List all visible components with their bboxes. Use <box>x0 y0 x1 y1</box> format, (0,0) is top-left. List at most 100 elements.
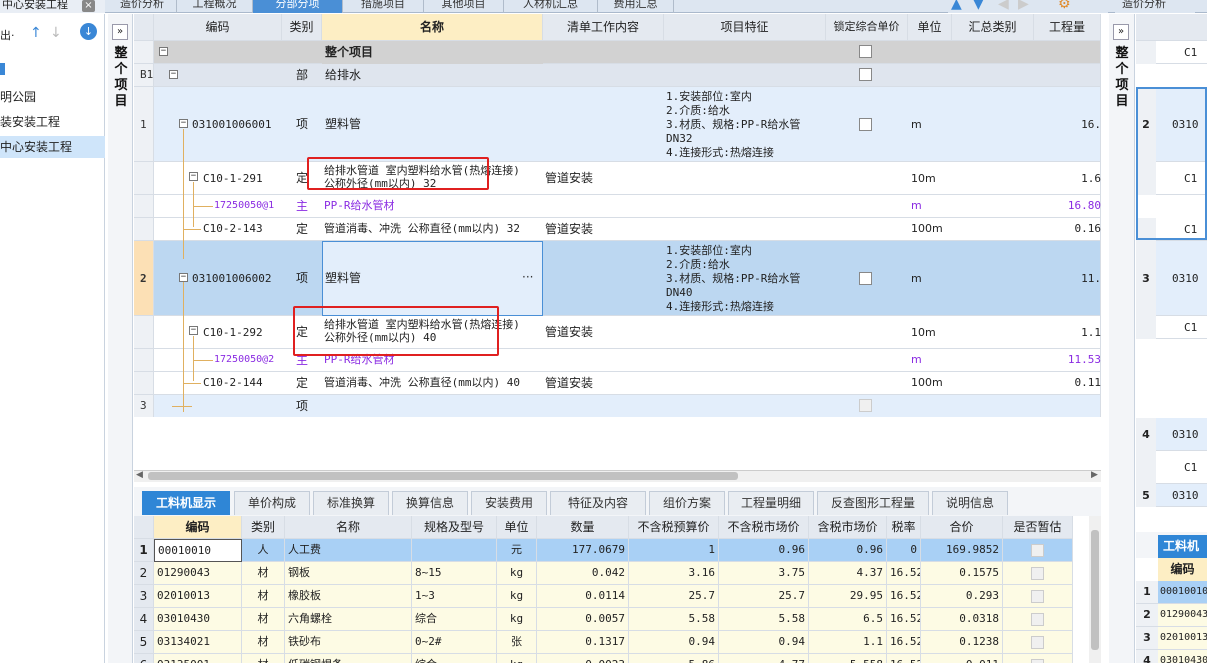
cell-market-price[interactable]: 0.96 <box>719 539 809 562</box>
cell-code[interactable]: 02010013 <box>154 585 242 608</box>
tab-unit-price[interactable]: 单价构成 <box>234 491 310 515</box>
cell-total[interactable]: 0.0318 <box>921 608 1003 631</box>
header-summary-type[interactable]: 汇总类别 <box>952 14 1034 41</box>
cell-spec[interactable]: 综合 <box>412 608 497 631</box>
row-name[interactable]: 塑料管 <box>325 241 515 316</box>
cell-market-price[interactable]: 3.75 <box>719 562 809 585</box>
tab-fee-summary[interactable]: 费用汇总 <box>598 0 674 13</box>
tab-pricing-plan[interactable]: 组价方案 <box>649 491 725 515</box>
estimate-checkbox[interactable] <box>1031 590 1044 603</box>
cell-tax-rate[interactable]: 16.52 <box>887 608 921 631</box>
row-code[interactable]: 17250050@2 <box>214 349 282 372</box>
header-type[interactable]: 类别 <box>282 14 322 41</box>
header-code[interactable]: 编码 <box>154 14 282 41</box>
estimate-checkbox[interactable] <box>1031 659 1044 663</box>
row-code[interactable]: 031001006002 <box>192 241 282 316</box>
cell-type[interactable]: 人 <box>242 539 285 562</box>
row-name[interactable]: 塑料管 <box>325 87 540 162</box>
cell-code[interactable]: 03134021 <box>154 631 242 654</box>
header-amount[interactable]: 数量 <box>537 516 629 539</box>
cell-amount[interactable]: 0.042 <box>537 562 629 585</box>
header-code[interactable]: 编码 <box>1158 558 1207 581</box>
cell-total[interactable]: 169.9852 <box>921 539 1003 562</box>
cell-unit[interactable]: kg <box>497 654 537 663</box>
tab-quantity-detail[interactable]: 工程量明细 <box>728 491 814 515</box>
row-feature[interactable]: 1.安装部位:室内 2.介质:给水 3.材质、规格:PP-R给水管 DN40 4… <box>666 244 824 314</box>
tab-feature-content[interactable]: 特征及内容 <box>550 491 646 515</box>
cell-unit[interactable]: kg <box>497 585 537 608</box>
cell-spec[interactable]: 1~3 <box>412 585 497 608</box>
header-budget-price[interactable]: 不含税预算价 <box>629 516 719 539</box>
cell-unit[interactable]: 元 <box>497 539 537 562</box>
table-row[interactable]: C1 <box>1136 451 1207 484</box>
cell-budget-price[interactable]: 3.16 <box>629 562 719 585</box>
row-quantity[interactable]: 0.16 <box>1034 218 1102 241</box>
collapse-icon[interactable]: − <box>159 47 168 56</box>
row-work-content[interactable]: 管道安装 <box>545 372 663 395</box>
ellipsis-button[interactable]: ··· <box>522 241 540 316</box>
tab-cost-analysis[interactable]: 造价分析 <box>108 0 177 13</box>
row-code[interactable]: 0310 <box>1172 418 1199 451</box>
cell-code[interactable]: 03135001 <box>154 654 242 663</box>
cell-name[interactable]: 六角螺栓 <box>285 608 412 631</box>
expand-chevron-icon[interactable]: » <box>112 24 128 40</box>
cell-type[interactable]: 材 <box>242 608 285 631</box>
cell-tax-rate[interactable]: 16.52 <box>887 585 921 608</box>
cell-tax-market-price[interactable]: 29.95 <box>809 585 887 608</box>
cell-is-estimate[interactable] <box>1003 562 1073 585</box>
row-quantity[interactable]: 11.53 <box>1034 349 1101 372</box>
cell-budget-price[interactable]: 5.58 <box>629 608 719 631</box>
tab-standard-conversion[interactable]: 标准换算 <box>313 491 389 515</box>
collapse-icon[interactable]: − <box>179 273 188 282</box>
cell-market-price[interactable]: 0.94 <box>719 631 809 654</box>
row-code[interactable]: C1 <box>1184 41 1197 64</box>
cell-unit[interactable]: 张 <box>497 631 537 654</box>
row-name[interactable]: 管道消毒、冲洗 公称直径(mm以内) 40 <box>324 372 543 395</box>
tree-item-park[interactable]: 明公园 <box>0 86 105 108</box>
cell-tax-rate[interactable]: 16.52 <box>887 562 921 585</box>
right-tab-cost-analysis[interactable]: 造价分析 <box>1115 0 1195 13</box>
collapse-icon[interactable]: − <box>169 70 178 79</box>
cell-unit[interactable]: kg <box>497 608 537 631</box>
header-is-estimate[interactable]: 是否暂估 <box>1003 516 1073 539</box>
scrollbar-thumb[interactable] <box>1091 530 1099 650</box>
lock-checkbox[interactable] <box>859 399 872 412</box>
header-work-content[interactable]: 清单工作内容 <box>543 14 664 41</box>
row-work-content[interactable]: 管道安装 <box>545 218 663 241</box>
lock-checkbox[interactable] <box>859 118 872 131</box>
tab-project-overview[interactable]: 工程概况 <box>177 0 253 13</box>
header-unit[interactable]: 单位 <box>497 516 537 539</box>
row-name[interactable]: PP-R给水管材 <box>324 195 543 218</box>
cell-amount[interactable]: 0.0023 <box>537 654 629 663</box>
header-lock-price[interactable]: 锁定综合单价 <box>826 14 908 41</box>
estimate-checkbox[interactable] <box>1031 636 1044 649</box>
cell-total[interactable]: 0.1238 <box>921 631 1003 654</box>
cell-code[interactable]: 00010010 <box>1158 581 1207 604</box>
header-code[interactable]: 编码 <box>154 516 242 539</box>
table-row[interactable]: 3 0310 <box>1136 241 1207 316</box>
table-row[interactable] <box>154 41 1101 64</box>
arrow-up-icon[interactable]: ▲ <box>951 0 962 11</box>
row-code[interactable]: 031001006001 <box>192 87 282 162</box>
lock-checkbox[interactable] <box>859 45 872 58</box>
cell-spec[interactable]: 0~2# <box>412 631 497 654</box>
row-quantity[interactable]: 16.80 <box>1034 195 1101 218</box>
cell-spec[interactable]: 8~15 <box>412 562 497 585</box>
cell-spec[interactable] <box>412 539 497 562</box>
cell-unit[interactable]: kg <box>497 562 537 585</box>
tab-division-items[interactable]: 分部分项 <box>253 0 343 13</box>
tab-graphic-quantity[interactable]: 反查图形工程量 <box>817 491 929 515</box>
cell-amount[interactable]: 0.1317 <box>537 631 629 654</box>
cell-total[interactable]: 0.011 <box>921 654 1003 663</box>
cell-type[interactable]: 材 <box>242 585 285 608</box>
cell-is-estimate[interactable] <box>1003 654 1073 663</box>
cell-tax-market-price[interactable]: 6.5 <box>809 608 887 631</box>
row-code[interactable]: 0310 <box>1172 484 1199 507</box>
cell-code[interactable]: 03010430 <box>1158 650 1207 663</box>
lock-checkbox[interactable] <box>859 68 872 81</box>
row-code[interactable]: C10-2-144 <box>203 372 283 395</box>
tab-conversion-info[interactable]: 换算信息 <box>392 491 468 515</box>
cell-budget-price[interactable]: 1 <box>629 539 719 562</box>
table-row[interactable]: C1 <box>1136 316 1207 339</box>
cell-tax-market-price[interactable]: 4.37 <box>809 562 887 585</box>
